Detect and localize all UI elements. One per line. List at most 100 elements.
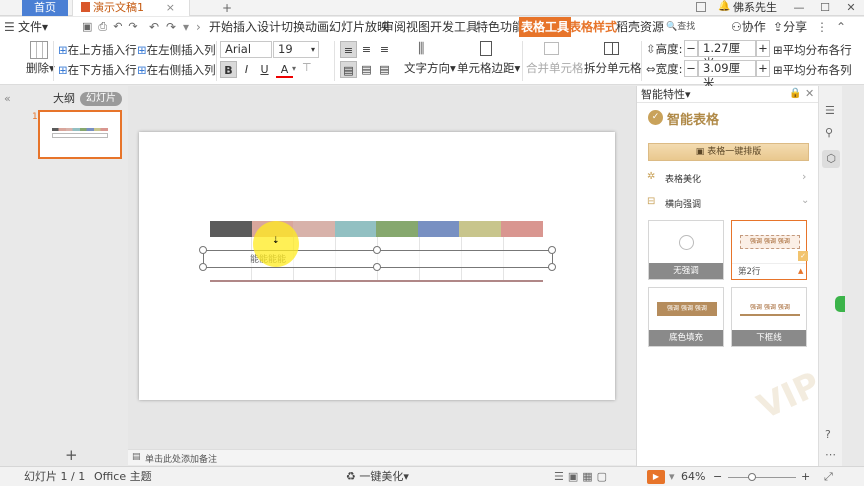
notes-bar[interactable]: ▤ 单击此处添加备注 [128,449,636,465]
help-icon[interactable]: ? [825,428,831,441]
menu-item-insert[interactable]: 插入 [233,17,257,37]
lock-icon[interactable]: 🔒 [789,88,801,99]
zoom-in-button[interactable]: + [801,467,810,486]
insert-row-above-button[interactable]: ⊞在上方插入行 [58,41,137,59]
color-cell-6[interactable] [418,221,459,237]
window-layout-icon[interactable] [696,2,706,12]
width-decrease-button[interactable]: − [684,60,698,77]
resize-handle[interactable] [199,246,207,254]
pin-icon[interactable]: ⚲ [825,126,833,139]
tab-document[interactable]: 演示文稿1 × [72,0,190,16]
tab-slides[interactable]: 幻灯片 [80,92,122,106]
width-input[interactable]: 3.09厘米 [698,60,756,90]
menu-item-review[interactable]: 审阅 [382,17,406,37]
menu-item-start[interactable]: 开始 [209,17,233,37]
insert-col-left-button[interactable]: ⊞在左侧插入列 [137,41,216,59]
new-tab-button[interactable]: + [222,0,232,16]
maximize-icon[interactable]: ☐ [812,0,838,16]
beautify-button[interactable]: ♻ 一键美化▾ [346,467,409,486]
more-icon[interactable]: ▾ [183,17,189,37]
chevron-down-icon[interactable]: ▾ [292,64,296,73]
more-dots-icon[interactable]: ⋯ [825,448,836,461]
align-right-icon[interactable]: ≡ [376,41,393,58]
collapse-panel-icon[interactable]: « [4,92,11,105]
menu-item-view[interactable]: 视图 [406,17,430,37]
color-cell-3[interactable] [293,221,335,237]
tab-table-tools[interactable]: 表格工具 [519,17,572,37]
close-tab-icon[interactable]: × [166,0,175,16]
chevron-down-icon[interactable]: ▾ [669,467,675,486]
resize-handle[interactable] [548,263,556,271]
zoom-slider-thumb[interactable] [748,473,756,481]
color-cell-1[interactable] [210,221,252,237]
color-cell-4[interactable] [335,221,376,237]
slide-thumbnail[interactable] [38,110,122,159]
height-decrease-button[interactable]: − [684,40,698,57]
side-tab-icon[interactable] [835,296,845,312]
valign-top-icon[interactable]: ▤ [340,61,357,78]
view-mode-icons[interactable]: ☰▣▦▢ [554,467,611,486]
chevron-right-icon[interactable]: › [196,17,201,37]
text-direction-button[interactable]: 文字方向▾ [404,59,456,77]
play-slideshow-button[interactable]: ▶ [647,470,665,484]
font-color-button[interactable]: A [276,61,293,78]
one-click-layout-button[interactable]: ▣ 表格一键排版 [648,143,809,161]
font-size-select[interactable]: 19 ▾ [273,41,319,58]
insert-col-right-button[interactable]: ⊞在右侧插入列 [137,61,216,79]
align-left-icon[interactable]: ≡ [340,41,357,58]
fit-window-icon[interactable]: ⤢ [824,467,833,486]
close-window-icon[interactable]: ✕ [838,0,864,16]
style-card-fill[interactable]: 强调 强调 强调 底色填充 [648,287,724,347]
bell-icon[interactable]: 🔔 [718,1,730,12]
undo-icon[interactable]: ↶ [149,17,159,37]
valign-middle-icon[interactable]: ▤ [358,61,375,78]
style-card-underline[interactable]: 强调 强调 强调 下框线 [731,287,807,347]
zoom-slider[interactable] [728,477,796,478]
style-card-row2[interactable]: 强调 强调 强调 第2行 ▲ ✓ [731,220,808,280]
menu-item-design[interactable]: 设计 [257,17,281,37]
resize-handle[interactable] [373,263,381,271]
italic-button[interactable]: I [238,61,255,78]
beautify-section[interactable]: 表格美化 [665,172,701,185]
delete-button[interactable]: 删除▾ [26,59,55,77]
slide-canvas[interactable]: 能能能能 ⇣ [139,132,615,400]
collapse-ribbon-icon[interactable]: ⌃ [836,17,846,37]
valign-bottom-icon[interactable]: ▤ [376,61,393,78]
font-name-select[interactable]: Arial (正文) [220,41,272,58]
resize-handle[interactable] [548,246,556,254]
tab-table-style[interactable]: 表格样式 [569,17,617,37]
distribute-cols-button[interactable]: ⊞平均分布各列 [773,61,864,79]
distribute-rows-button[interactable]: ⊞平均分布各行 [773,41,864,59]
menu-item-developer[interactable]: 开发工具 [430,17,478,37]
color-cell-5[interactable] [376,221,418,237]
tab-outline[interactable]: 大纲 [53,91,75,107]
text-effect-icon[interactable]: ⊤ [302,61,316,77]
add-slide-button[interactable]: + [65,446,78,464]
merge-cells-button[interactable]: 合并单元格 [526,59,584,77]
color-cell-7[interactable] [459,221,501,237]
width-increase-button[interactable]: + [756,60,770,77]
properties-icon[interactable]: ☰ [825,104,835,117]
cell-margin-button[interactable]: 单元格边距▾ [457,59,520,77]
menu-item-resources[interactable]: 稻壳资源 [616,17,664,37]
zoom-level[interactable]: 64% [681,467,705,486]
redo-icon[interactable]: ↷ [166,17,176,37]
minimize-icon[interactable]: — [786,0,812,16]
bold-button[interactable]: B [220,61,237,78]
share-button[interactable]: ⇪分享 [773,17,807,37]
height-increase-button[interactable]: + [756,40,770,57]
underline-button[interactable]: U [256,61,273,78]
emphasis-section[interactable]: 横向强调 [665,197,701,210]
close-panel-icon[interactable]: ✕ [805,87,814,100]
user-name[interactable]: 佛系先生 [733,0,777,16]
resize-handle[interactable] [199,263,207,271]
height-input[interactable]: 1.27厘米 [698,40,756,70]
menu-item-features[interactable]: 特色功能 [476,17,524,37]
zoom-out-button[interactable]: − [713,467,722,486]
chevron-right-icon[interactable]: › [802,170,806,183]
split-cells-button[interactable]: 拆分单元格 [584,59,642,77]
menu-item-slideshow[interactable]: 幻灯片放映 [329,17,389,37]
search-button[interactable]: 🔍查找 [666,17,695,37]
style-card-none[interactable]: 无强调 [648,220,724,280]
quick-access-toolbar[interactable]: ▣⎙↶↷ [82,17,144,37]
